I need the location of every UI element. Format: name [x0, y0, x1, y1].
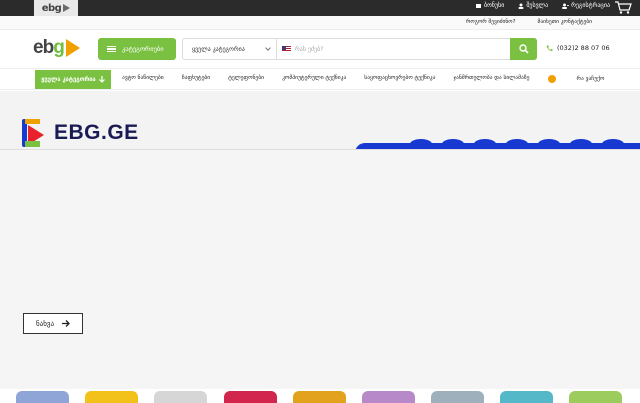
- site-logo[interactable]: ebg: [33, 37, 80, 59]
- cart-icon[interactable]: [614, 1, 632, 14]
- phone-icon: [546, 45, 553, 51]
- banner-image: EBG.GE: [0, 91, 640, 149]
- category-tile[interactable]: [16, 391, 69, 403]
- categories-label: კატეგორიები: [122, 45, 164, 53]
- arrow-right-icon: [62, 320, 70, 327]
- hero-banner[interactable]: EBG.GE ნახვა: [0, 91, 640, 389]
- banner-brand-text: EBG.GE: [54, 121, 139, 144]
- search-icon: [518, 44, 529, 54]
- bonus-label: ბონუსი: [483, 2, 505, 9]
- logo-wordmark: ebg: [33, 37, 65, 59]
- banner-divider: [0, 149, 640, 150]
- phone-contact[interactable]: (032)2 88 07 06: [546, 44, 610, 52]
- category-tile[interactable]: [85, 391, 138, 403]
- main-header: ebg კატეგორიები ყველა კატეგორია რას ეძებ…: [0, 30, 640, 68]
- register-link[interactable]: რეგისტრაცია: [562, 2, 610, 9]
- nav-item-computers[interactable]: კომპიუტერული ტექნიკა: [282, 75, 346, 83]
- nav-item-gifts[interactable]: რა ვაჩუქო: [547, 75, 623, 83]
- category-tiles: [0, 391, 640, 403]
- search-input[interactable]: რას ეძებ?: [277, 39, 510, 59]
- category-tile[interactable]: [224, 391, 277, 403]
- phone-number: (032)2 88 07 06: [557, 44, 610, 52]
- logo-text-eb: eb: [33, 37, 54, 58]
- category-tile[interactable]: [154, 391, 207, 403]
- category-select-value: ყველა კატეგორია: [192, 45, 245, 53]
- bonus-link[interactable]: ბონუსი: [475, 2, 505, 9]
- utility-bar: როგორ შევიძინო? მაისეთი კონტაქტები: [0, 16, 640, 30]
- see-more-label: ნახვა: [35, 319, 54, 328]
- user-plus-icon: [562, 3, 570, 9]
- logo-text-g: g: [53, 37, 65, 58]
- nav-item-health-beauty[interactable]: ჯანმრთელობა და სილამაზე: [453, 75, 529, 83]
- user-icon: [518, 3, 524, 9]
- logo-play-icon: [65, 39, 80, 57]
- login-link[interactable]: შესვლა: [518, 2, 548, 9]
- nav-item-auto-parts[interactable]: ავტო ნაწილები: [122, 75, 164, 83]
- menu-icon: [107, 45, 116, 53]
- all-categories-button[interactable]: ყველა კატეგორია: [35, 70, 111, 89]
- top-bar: ebg ბონუსი შესვლა რეგისტრაცია: [0, 0, 640, 16]
- account-links: ბონუსი შესვლა რეგისტრაცია: [475, 2, 610, 9]
- login-label: შესვლა: [526, 2, 549, 9]
- category-tile[interactable]: [293, 391, 346, 403]
- all-categories-label: ყველა კატეგორია: [41, 76, 96, 83]
- nav-item-helmets[interactable]: ჩაფხუტები: [182, 75, 211, 83]
- see-more-button[interactable]: ნახვა: [23, 313, 83, 334]
- contacts-link[interactable]: მაისეთი კონტაქტები: [538, 19, 592, 25]
- category-tile[interactable]: [362, 391, 415, 403]
- top-logo-text: ebg: [41, 2, 62, 14]
- nav-item-phones[interactable]: ტელეფონები: [228, 75, 264, 83]
- play-icon: [63, 4, 71, 12]
- categories-button[interactable]: კატეგორიები: [98, 38, 176, 60]
- banner-brand: EBG.GE: [22, 117, 139, 149]
- gift-icon: [547, 75, 556, 83]
- category-tile[interactable]: [431, 391, 484, 403]
- how-to-buy-link[interactable]: როგორ შევიძინო?: [466, 19, 516, 25]
- register-label: რეგისტრაცია: [571, 2, 610, 9]
- arrow-down-icon: [98, 76, 105, 83]
- chevron-down-icon: [265, 45, 271, 51]
- search-button[interactable]: [510, 38, 537, 60]
- us-flag-icon: [282, 46, 291, 52]
- category-tile[interactable]: [500, 391, 553, 403]
- top-logo[interactable]: ebg: [34, 0, 78, 16]
- search-placeholder: რას ეძებ?: [295, 45, 324, 53]
- category-select[interactable]: ყველა კატეგორია: [183, 39, 277, 59]
- category-tile[interactable]: [569, 391, 622, 403]
- nav-item-gifts-label: რა ვაჩუქო: [576, 76, 605, 82]
- brand-mark-icon: [22, 119, 44, 147]
- search-bar: ყველა კატეგორია რას ეძებ?: [182, 38, 537, 60]
- nav-item-appliances[interactable]: საყოფაცხოვრებო ტექნიკა: [364, 75, 435, 83]
- category-nav: ყველა კატეგორია ავტო ნაწილები ჩაფხუტები …: [0, 68, 640, 90]
- cards-icon: [475, 3, 481, 8]
